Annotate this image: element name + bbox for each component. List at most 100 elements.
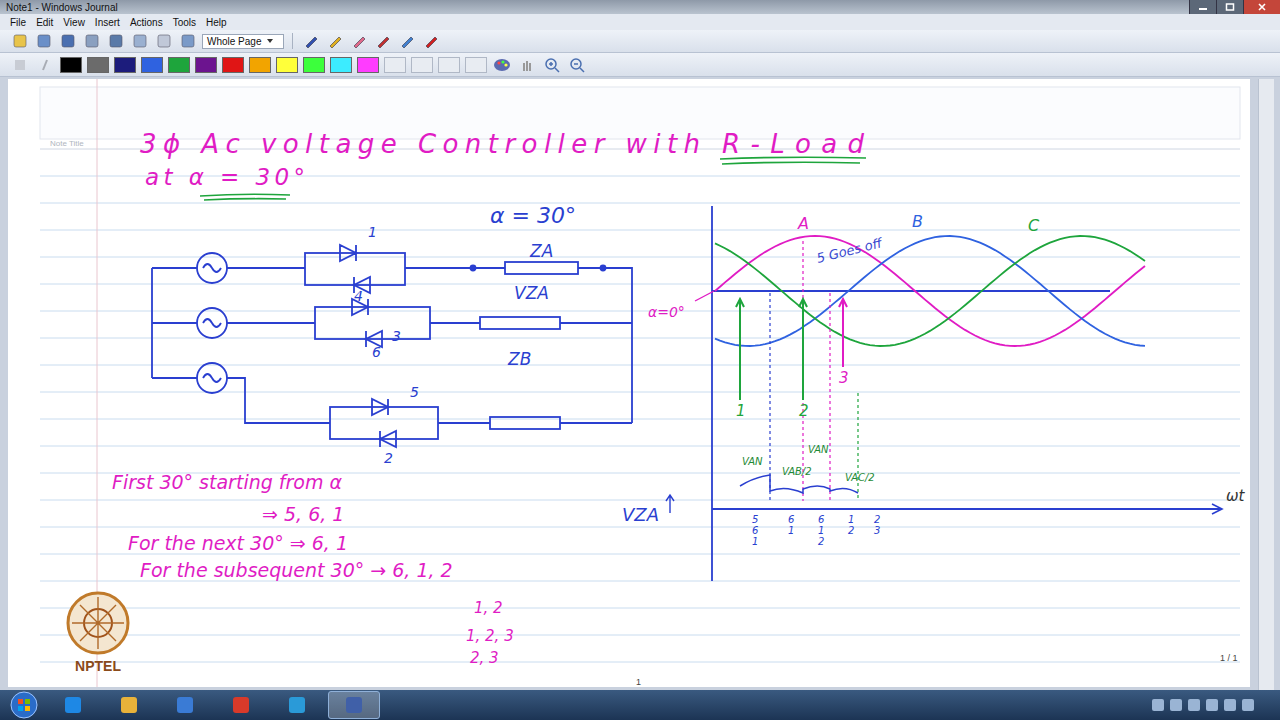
note-title-label: Note Title bbox=[50, 139, 84, 148]
italic-icon bbox=[37, 57, 53, 73]
ruled-line bbox=[40, 635, 1240, 636]
taskbar-app[interactable] bbox=[272, 692, 322, 718]
tray-icon[interactable] bbox=[1206, 699, 1218, 711]
color-swatch[interactable] bbox=[168, 57, 190, 73]
maximize-button[interactable] bbox=[1216, 0, 1243, 14]
ruled-line bbox=[40, 608, 1240, 609]
color-swatch[interactable] bbox=[330, 57, 352, 73]
note-line: For the next 30° ⇒ 6, 1 bbox=[128, 532, 348, 554]
note-page[interactable]: Note Title3ϕ Ac voltage Controller withR… bbox=[8, 79, 1250, 687]
taskbar-app[interactable] bbox=[104, 692, 154, 718]
color-swatch[interactable] bbox=[60, 57, 82, 73]
tool-button[interactable] bbox=[130, 32, 150, 50]
alpha-zero-arrow bbox=[695, 291, 714, 301]
empty-swatch[interactable] bbox=[411, 57, 433, 73]
empty-swatch[interactable] bbox=[465, 57, 487, 73]
pen-button[interactable] bbox=[397, 32, 417, 50]
pen-button[interactable] bbox=[301, 32, 321, 50]
color-swatch[interactable] bbox=[303, 57, 325, 73]
app-icon bbox=[286, 695, 308, 715]
menu-item[interactable]: Insert bbox=[95, 17, 120, 28]
load-label: ZB bbox=[507, 349, 531, 369]
conduction-label: 1 bbox=[788, 525, 794, 536]
color-swatch[interactable] bbox=[195, 57, 217, 73]
pan-button[interactable] bbox=[517, 56, 537, 74]
page-number: 1 bbox=[636, 677, 641, 687]
ruled-line bbox=[40, 338, 1240, 339]
minimize-button[interactable] bbox=[1189, 0, 1216, 14]
color-swatch[interactable] bbox=[87, 57, 109, 73]
tool-button[interactable] bbox=[178, 32, 198, 50]
title-bar: Note1 - Windows Journal bbox=[0, 0, 1280, 14]
tool-button[interactable] bbox=[58, 32, 78, 50]
bold-button[interactable] bbox=[10, 56, 30, 74]
app-icon bbox=[174, 695, 196, 715]
pen-button[interactable] bbox=[373, 32, 393, 50]
pen-icon bbox=[351, 33, 367, 49]
window-title: Note1 - Windows Journal bbox=[6, 2, 118, 13]
color-swatch[interactable] bbox=[249, 57, 271, 73]
menu-item[interactable]: Actions bbox=[130, 17, 163, 28]
tool-button[interactable] bbox=[106, 32, 126, 50]
alpha-underline bbox=[200, 194, 290, 200]
scrollbar[interactable] bbox=[1258, 79, 1274, 690]
conduction-label: 2 bbox=[874, 514, 880, 525]
pen-button[interactable] bbox=[421, 32, 441, 50]
taskbar-app[interactable] bbox=[160, 692, 210, 718]
y-axis bbox=[711, 206, 713, 581]
menu-item[interactable]: Help bbox=[206, 17, 227, 28]
phase-label: C bbox=[1028, 216, 1040, 235]
zoom-in-icon bbox=[544, 57, 560, 73]
gate-pulse: 3 bbox=[839, 299, 849, 387]
color-palette bbox=[0, 53, 1280, 77]
tray-icon[interactable] bbox=[1188, 699, 1200, 711]
pen-button[interactable] bbox=[325, 32, 345, 50]
sequence-line: 1, 2, 3 bbox=[466, 627, 514, 645]
window-controls bbox=[1189, 0, 1280, 14]
tool-button[interactable] bbox=[10, 32, 30, 50]
start-button[interactable] bbox=[6, 691, 42, 719]
palette-button[interactable] bbox=[492, 56, 512, 74]
ruled-line bbox=[40, 284, 1240, 285]
taskbar-app[interactable] bbox=[216, 692, 266, 718]
menu-item[interactable]: Tools bbox=[173, 17, 196, 28]
zoom-out-button[interactable] bbox=[567, 56, 587, 74]
pen-button[interactable] bbox=[349, 32, 369, 50]
thyristor-label: 3 bbox=[392, 328, 401, 344]
color-swatch[interactable] bbox=[114, 57, 136, 73]
tray-icon[interactable] bbox=[1242, 699, 1254, 711]
taskbar-app[interactable] bbox=[328, 691, 380, 719]
tray-icon[interactable] bbox=[1224, 699, 1236, 711]
taskbar-app[interactable] bbox=[48, 692, 98, 718]
output-axis bbox=[712, 508, 1222, 510]
pen-icon bbox=[375, 33, 391, 49]
color-swatch[interactable] bbox=[357, 57, 379, 73]
bold-icon bbox=[12, 57, 28, 73]
pulse-label: 2 bbox=[799, 402, 809, 420]
menu-item[interactable]: View bbox=[63, 17, 85, 28]
close-button[interactable] bbox=[1243, 0, 1280, 14]
tool-button[interactable] bbox=[82, 32, 102, 50]
zoom-in-button[interactable] bbox=[542, 56, 562, 74]
close-icon bbox=[1257, 3, 1267, 11]
italic-button[interactable] bbox=[35, 56, 55, 74]
tool-button[interactable] bbox=[154, 32, 174, 50]
tray-icon[interactable] bbox=[1152, 699, 1164, 711]
color-swatch[interactable] bbox=[276, 57, 298, 73]
tray-icon[interactable] bbox=[1170, 699, 1182, 711]
tool-icon bbox=[108, 33, 124, 49]
ruled-line bbox=[40, 662, 1240, 663]
color-swatch[interactable] bbox=[141, 57, 163, 73]
empty-swatch[interactable] bbox=[384, 57, 406, 73]
view-select[interactable]: Whole Page bbox=[202, 34, 284, 49]
color-swatch[interactable] bbox=[222, 57, 244, 73]
menu-item[interactable]: Edit bbox=[36, 17, 53, 28]
app-icon bbox=[230, 695, 252, 715]
tool-icon bbox=[156, 33, 172, 49]
thyristor-label: 1 bbox=[368, 224, 377, 240]
load-voltage-label: VZA bbox=[514, 283, 549, 303]
tool-button[interactable] bbox=[34, 32, 54, 50]
empty-swatch[interactable] bbox=[438, 57, 460, 73]
palette-icon bbox=[493, 57, 511, 73]
menu-item[interactable]: File bbox=[10, 17, 26, 28]
